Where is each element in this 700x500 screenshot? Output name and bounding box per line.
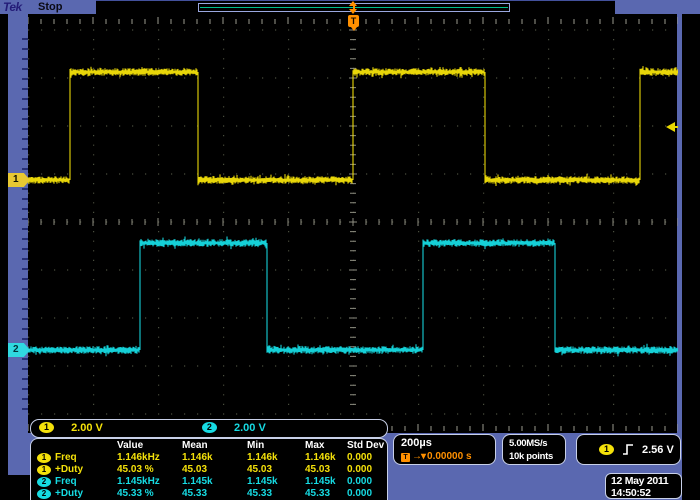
waveform-display (28, 14, 678, 433)
arrow-down-icon (412, 450, 425, 464)
col-mean: Mean (182, 440, 247, 452)
col-value: Value (117, 440, 182, 452)
channel1-badge: 1 (37, 453, 51, 463)
header-left: Tek Stop (0, 0, 96, 14)
measurements-header-row: Value Mean Min Max Std Dev (37, 440, 387, 452)
datetime-readout: 12 May 2011 14:50:52 (605, 473, 682, 499)
table-row: 2+Duty 45.33 %45.33 45.3345.33 0.000 (37, 488, 387, 500)
arrow-down-icon (351, 27, 357, 31)
acquisition-status: Stop (38, 1, 62, 13)
timebase-scale: 200µs (401, 436, 495, 450)
table-row: 1Freq 1.146kHz1.146k 1.146k1.146k 0.000 (37, 452, 387, 464)
channel2-badge: 2 (37, 489, 51, 499)
tek-logo: Tek (3, 0, 22, 14)
acquisition-readout[interactable]: 5.00MS/s 10k points (502, 434, 566, 465)
date-label: 12 May 2011 (611, 475, 681, 487)
header-right (615, 0, 700, 14)
trigger-position-value: 0.00000 s (427, 450, 472, 464)
col-min: Min (247, 440, 305, 452)
channel2-scale: 2.00 V (234, 422, 266, 434)
channel2-badge: 2 (37, 477, 51, 487)
table-row: 2Freq 1.145kHz1.145k 1.145k1.145k 0.000 (37, 476, 387, 488)
trigger-position-marker-icon[interactable] (349, 1, 358, 14)
measurements-table: Value Mean Min Max Std Dev 1Freq 1.146kH… (30, 438, 388, 500)
rising-edge-icon (622, 443, 634, 456)
channel1-badge: 1 (37, 465, 51, 475)
timebase-position-icon: T (401, 453, 410, 462)
trigger-source-badge: 1 (599, 444, 614, 455)
oscilloscope-screen: Tek Stop T 1 2 1 2.00 V 2 2.00 V (0, 0, 700, 500)
record-length: 10k points (509, 450, 565, 463)
sample-rate: 5.00MS/s (509, 437, 565, 450)
channel2-badge: 2 (202, 422, 217, 433)
trigger-level: 2.56 V (642, 444, 674, 456)
left-frame-band (8, 14, 28, 475)
record-view-bar (96, 0, 615, 14)
col-max: Max (305, 440, 347, 452)
time-label: 14:50:52 (611, 487, 681, 499)
timebase-readout[interactable]: 200µs T 0.00000 s (393, 434, 496, 465)
trigger-readout[interactable]: 1 2.56 V (576, 434, 681, 465)
table-row: 1+Duty 45.03 %45.03 45.0345.03 0.000 (37, 464, 387, 476)
trigger-position-flag-icon[interactable]: T (348, 15, 359, 27)
channel1-scale: 2.00 V (71, 422, 103, 434)
channel1-badge: 1 (39, 422, 54, 433)
col-stddev: Std Dev (347, 440, 395, 452)
channel-scale-readout[interactable]: 1 2.00 V 2 2.00 V (30, 419, 388, 438)
